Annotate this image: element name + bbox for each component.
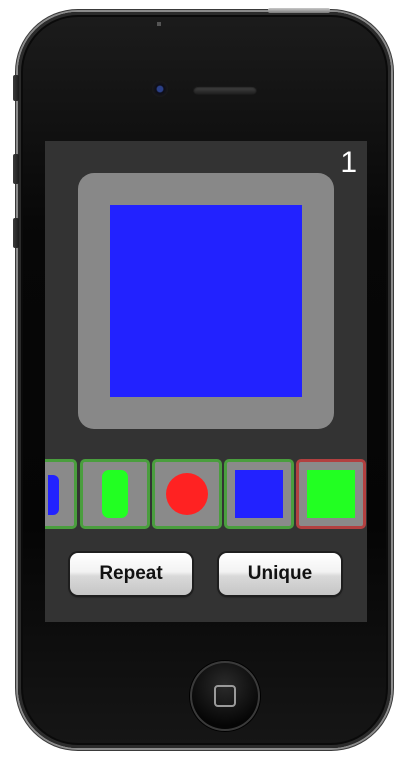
front-camera-icon <box>152 81 168 97</box>
home-button-icon[interactable] <box>190 661 260 731</box>
shape-tile-2[interactable] <box>80 459 150 529</box>
blue-square-shape <box>235 470 283 518</box>
mute-switch[interactable] <box>13 75 19 101</box>
volume-down-button[interactable] <box>13 218 19 248</box>
shape-tile-1[interactable] <box>45 459 77 529</box>
repeat-button[interactable]: Repeat <box>70 553 192 595</box>
shape-tile-4[interactable] <box>224 459 294 529</box>
home-square-icon <box>214 685 236 707</box>
shape-tile-3[interactable] <box>152 459 222 529</box>
green-tall-rect-shape <box>102 470 128 518</box>
green-square-shape <box>307 470 355 518</box>
blue-rounded-rect-shape <box>48 475 59 515</box>
top-notch-mark <box>157 22 161 26</box>
power-button[interactable] <box>268 8 330 13</box>
app-screen: 1 Repeat Unique <box>45 141 367 622</box>
unique-button[interactable]: Unique <box>219 553 341 595</box>
target-stage <box>78 173 334 429</box>
target-square-shape <box>110 205 302 397</box>
round-counter: 1 <box>340 146 357 179</box>
volume-up-button[interactable] <box>13 154 19 184</box>
shape-strip <box>45 459 367 529</box>
shape-tile-5-selected[interactable] <box>296 459 366 529</box>
earpiece-speaker-icon <box>193 86 257 95</box>
red-circle-shape <box>166 473 208 515</box>
